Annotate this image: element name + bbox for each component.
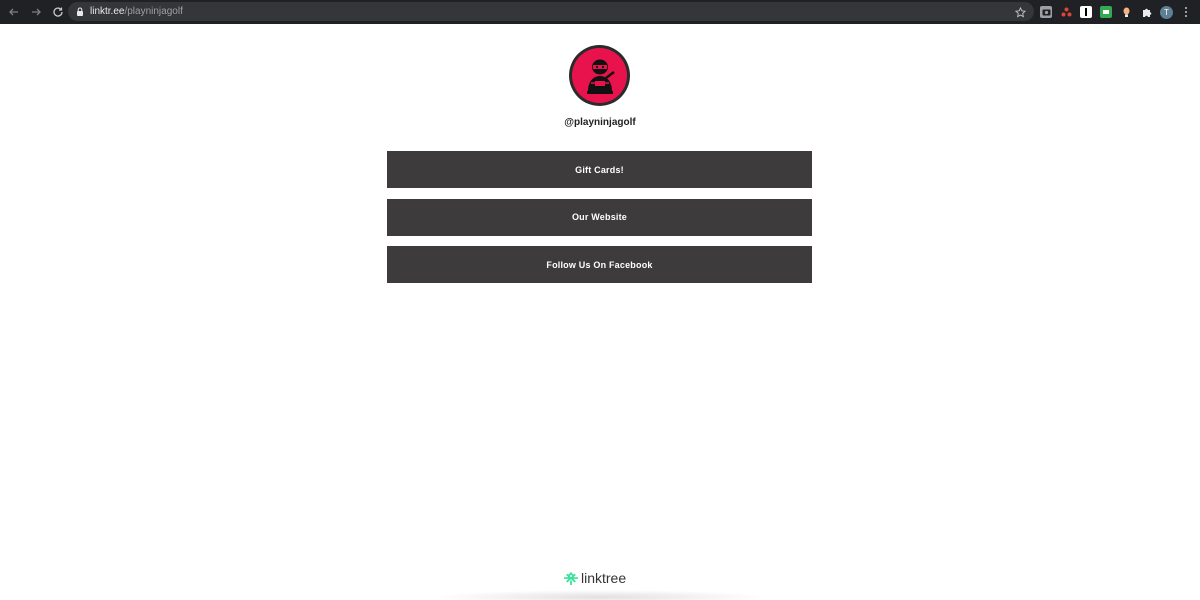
url-path: /playninjagolf xyxy=(124,6,183,17)
linktree-footer-logo[interactable]: linktree xyxy=(564,569,626,587)
puzzle-extensions-icon[interactable] xyxy=(1140,6,1152,18)
back-button[interactable] xyxy=(4,2,24,22)
info-extension-icon[interactable] xyxy=(1080,6,1092,18)
reload-button[interactable] xyxy=(48,2,68,22)
bottom-shadow xyxy=(430,590,770,600)
arrow-right-icon xyxy=(32,8,41,16)
profile-avatar xyxy=(569,45,630,106)
facebook-link[interactable]: Follow Us On Facebook xyxy=(387,246,812,283)
arrow-left-icon xyxy=(9,8,18,16)
reload-icon xyxy=(53,7,63,17)
bookmark-star-icon[interactable] xyxy=(1014,5,1027,23)
dots-extension-icon[interactable] xyxy=(1060,6,1072,18)
url-host: linktr.ee xyxy=(90,6,125,17)
ninja-logo-image xyxy=(572,48,627,103)
our-website-link[interactable]: Our Website xyxy=(387,198,812,236)
profile-avatar-button[interactable]: T xyxy=(1160,5,1173,19)
linktree-logo-icon xyxy=(564,571,578,585)
linktree-wordmark: linktree xyxy=(581,570,627,586)
browser-toolbar: linktr.ee/playninjagolf T xyxy=(0,0,1200,24)
extensions-area: T xyxy=(1040,4,1189,20)
green-extension-icon[interactable] xyxy=(1100,6,1112,18)
lock-icon xyxy=(76,7,84,16)
profile-username: @playninjagolf xyxy=(564,117,636,128)
gift-cards-link[interactable]: Gift Cards! xyxy=(387,151,812,188)
address-bar[interactable]: linktr.ee/playninjagolf xyxy=(68,2,1034,21)
link-list: Gift Cards! Our Website Follow Us On Fac… xyxy=(387,151,812,294)
url-text: linktr.ee/playninjagolf xyxy=(90,6,183,17)
forward-button[interactable] xyxy=(26,2,46,22)
camera-extension-icon[interactable] xyxy=(1040,6,1052,18)
bulb-extension-icon[interactable] xyxy=(1120,6,1132,18)
browser-menu-icon[interactable] xyxy=(1183,7,1189,17)
